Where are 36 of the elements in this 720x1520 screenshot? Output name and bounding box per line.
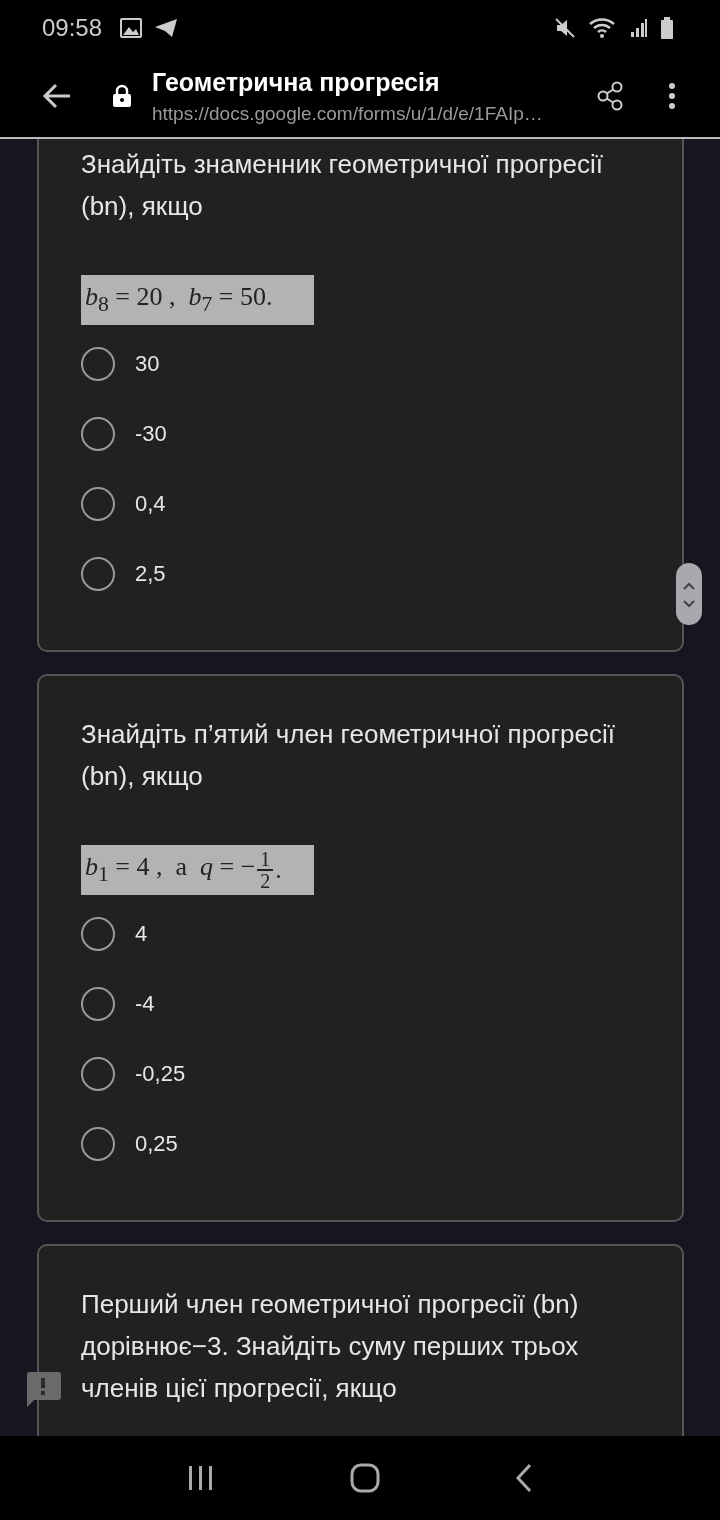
- signal-icon: [630, 17, 648, 38]
- option-label[interactable]: 0,4: [135, 491, 166, 517]
- send-icon: [154, 17, 179, 38]
- radio-button[interactable]: [81, 1127, 115, 1161]
- mute-icon: [554, 16, 576, 39]
- radio-button[interactable]: [81, 557, 115, 591]
- question-text: Перший член геометричної прогресії (bn) дорівнює−3. Знайдіть суму перших трьох членів цієї прогресії, якщо: [81, 1288, 580, 1405]
- lock-icon: [112, 84, 132, 108]
- option-label[interactable]: 0,25: [135, 1131, 178, 1157]
- page-url: https://docs.google.com/forms/u/1/d/e/1FAIp…: [152, 102, 544, 125]
- more-options-icon[interactable]: [668, 82, 676, 110]
- radio-button[interactable]: [81, 417, 115, 451]
- back-arrow-icon[interactable]: [42, 83, 72, 109]
- radio-button[interactable]: [81, 347, 115, 381]
- radio-button[interactable]: [81, 917, 115, 951]
- feedback-icon[interactable]: [25, 1371, 61, 1407]
- radio-button[interactable]: [81, 1057, 115, 1091]
- option-label[interactable]: -0,25: [135, 1061, 186, 1087]
- home-icon[interactable]: [350, 1463, 380, 1493]
- option-label[interactable]: -30: [135, 421, 167, 447]
- option-label[interactable]: 2,5: [135, 561, 166, 587]
- page-title: Геометрична прогресія: [152, 67, 441, 97]
- clock: 09:58: [42, 13, 103, 42]
- question-text: Знайдіть знаменник геометричної прогресії (bn), якщо: [81, 148, 604, 223]
- share-icon[interactable]: [596, 81, 624, 111]
- option-label[interactable]: 30: [135, 351, 160, 377]
- radio-button[interactable]: [81, 987, 115, 1021]
- back-icon[interactable]: [514, 1463, 533, 1493]
- battery-icon: [660, 16, 674, 39]
- formula-image: b$_{8}$ = 20 , b$_{7}$ = 50.: [81, 275, 314, 325]
- radio-button[interactable]: [81, 487, 115, 521]
- scroll-handle[interactable]: [676, 563, 702, 625]
- image-icon: [120, 17, 143, 38]
- option-label[interactable]: -4: [135, 991, 155, 1017]
- question-text: Знайдіть п’ятий член геометричної прогресії (bn), якщо: [81, 718, 616, 793]
- option-label[interactable]: 4: [135, 921, 148, 947]
